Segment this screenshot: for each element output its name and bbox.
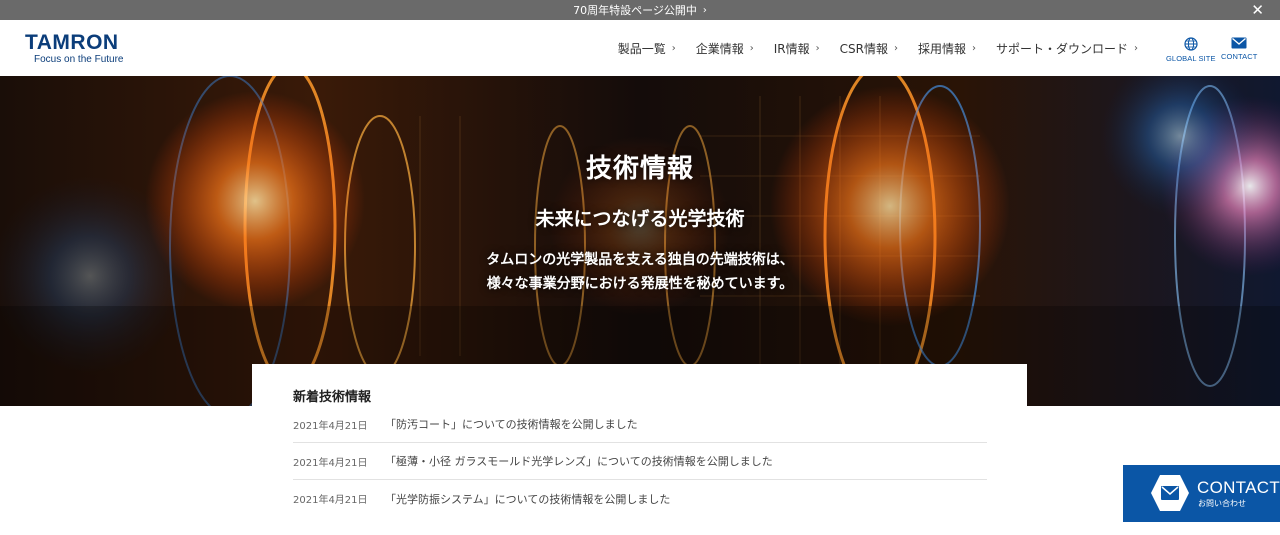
announcement-text: 70周年特設ページ公開中 [573,4,697,17]
nav-item-label: 採用情報 [917,42,966,56]
nav-item-label: サポート・ダウンロード [995,42,1128,56]
news-section: 新着技術情報 2021年4月21日 「防汚コート」についての技術情報を公開しまし… [252,364,1027,535]
nav-item-label: CSR情報 [839,42,888,56]
chevron-right-icon: › [815,43,820,54]
global-site-link[interactable]: GLOBAL SITE [1166,37,1216,63]
page-title: 技術情報 [585,154,694,184]
nav-item-support[interactable]: サポート・ダウンロード › [996,40,1138,57]
news-list: 2021年4月21日 「防汚コート」についての技術情報を公開しました 2021年… [293,406,987,517]
news-title-link[interactable]: 「光学防振システム」についての技術情報を公開しました [385,491,670,507]
contact-link[interactable]: CONTACT [1221,37,1257,61]
main-nav: 製品一覧 › 企業情報 › IR情報 › CSR情報 › 採用情報 › サポート… [618,40,1138,57]
chevron-right-icon: › [1134,43,1138,54]
contact-label-ja: お問い合わせ [1198,499,1246,508]
logo-tagline: Focus on the Future [34,54,124,65]
news-date: 2021年4月21日 [293,495,368,506]
news-item[interactable]: 2021年4月21日 「極薄・小径 ガラスモールド光学レンズ」についての技術情報… [293,443,987,480]
news-date: 2021年4月21日 [293,457,368,469]
hero-background-image [0,76,1280,406]
announcement-bar: 70周年特設ページ公開中 › ✕ [0,0,1280,20]
chevron-right-icon: › [893,43,898,54]
contact-label-en: CONTACT [1197,478,1280,497]
nav-item-ir[interactable]: IR情報 › [774,40,820,57]
close-icon[interactable]: ✕ [1251,2,1264,18]
nav-item-label: IR情報 [773,42,810,56]
contact-label: CONTACT [1221,52,1258,61]
hero-subtitle: 未来につなげる光学技術 [535,208,745,230]
hero-banner: 技術情報 未来につなげる光学技術 タムロンの光学製品を支える独自の先端技術は、 … [0,76,1280,406]
chevron-right-icon: › [749,43,754,54]
news-date: 2021年4月21日 [293,420,368,432]
hero-description-line: タムロンの光学製品を支える独自の先端技術は、 [486,252,794,268]
news-title-link[interactable]: 「防汚コート」についての技術情報を公開しました [385,416,638,432]
tamron-logo[interactable]: TAMRON Focus on the Future [25,31,124,66]
site-header: TAMRON Focus on the Future 製品一覧 › 企業情報 ›… [0,20,1280,76]
chevron-right-icon: › [971,43,976,54]
chevron-right-icon: › [702,4,707,16]
hero-description: タムロンの光学製品を支える独自の先端技術は、 様々な事業分野における発展性を秘め… [0,248,1280,296]
news-item[interactable]: 2021年4月21日 「防汚コート」についての技術情報を公開しました [293,406,987,443]
global-site-label: GLOBAL SITE [1166,54,1216,63]
nav-item-label: 企業情報 [695,42,744,56]
nav-item-products[interactable]: 製品一覧 › [618,40,676,57]
hero-description-line: 様々な事業分野における発展性を秘めています。 [486,276,794,292]
news-title-link[interactable]: 「極薄・小径 ガラスモールド光学レンズ」についての技術情報を公開しました [385,453,773,469]
chevron-right-icon: › [671,43,676,54]
nav-item-company[interactable]: 企業情報 › [696,40,754,57]
news-heading: 新着技術情報 [293,390,372,405]
nav-item-label: 製品一覧 [617,42,666,56]
nav-item-recruit[interactable]: 採用情報 › [918,40,976,57]
mail-icon [1151,475,1189,511]
floating-contact-button[interactable]: CONTACT お問い合わせ [1123,465,1280,522]
nav-item-csr[interactable]: CSR情報 › [840,40,898,57]
logo-wordmark: TAMRON [25,31,119,54]
news-item[interactable]: 2021年4月21日 「光学防振システム」についての技術情報を公開しました [293,480,987,517]
globe-icon [1184,37,1198,51]
announcement-link[interactable]: 70周年特設ページ公開中 › [573,2,707,18]
mail-icon [1231,37,1247,49]
